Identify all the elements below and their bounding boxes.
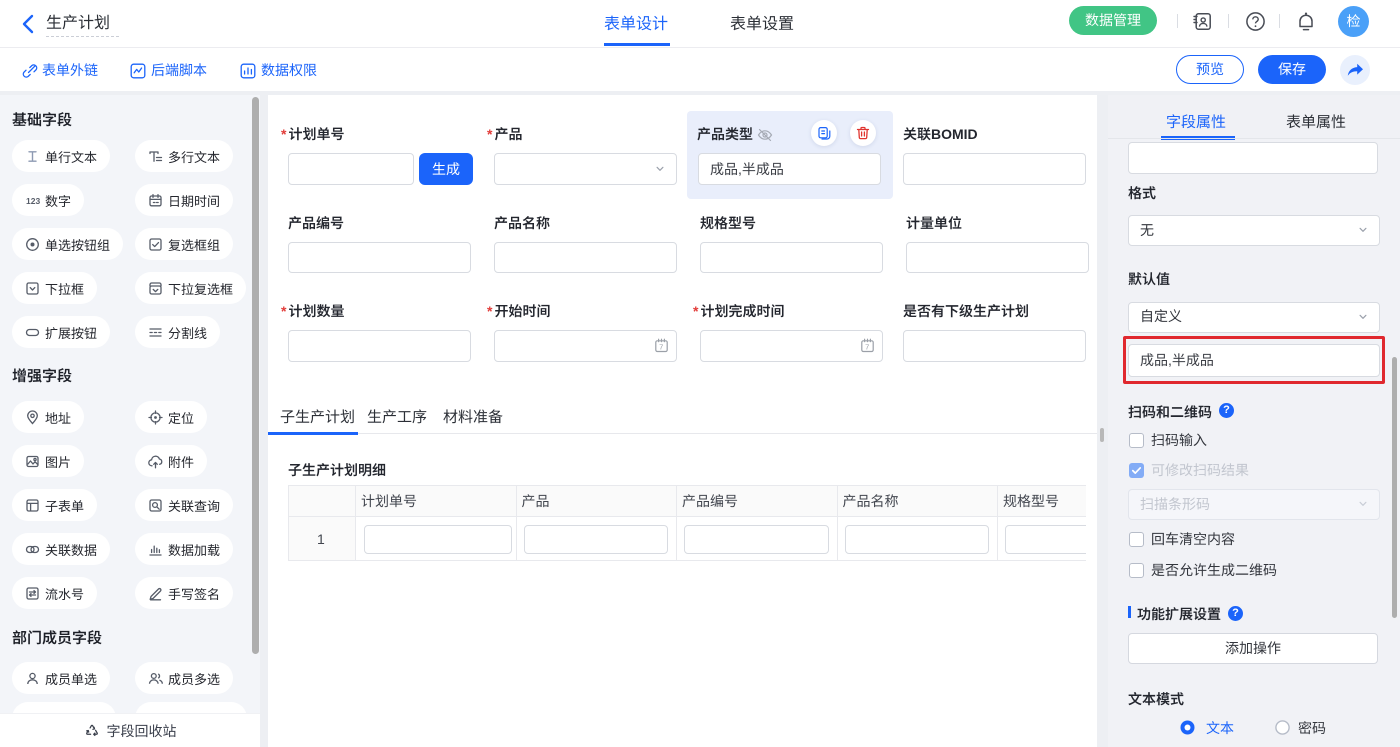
svg-text:7: 7 — [659, 343, 663, 352]
svg-text:123: 123 — [26, 196, 40, 206]
svg-text:7: 7 — [865, 343, 869, 352]
